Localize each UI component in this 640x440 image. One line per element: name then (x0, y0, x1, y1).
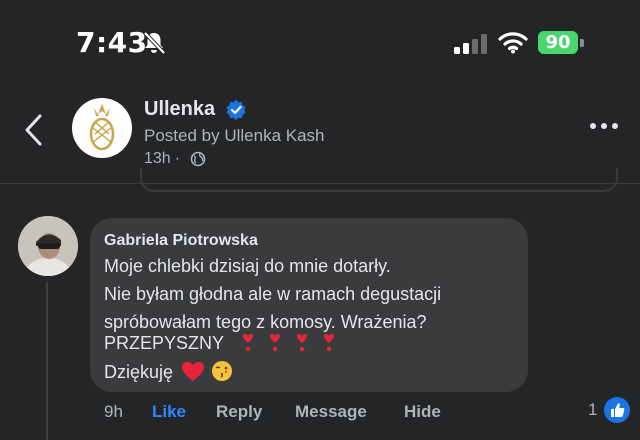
battery-percent: 90 (545, 32, 571, 53)
battery-icon: 90 (538, 31, 584, 54)
verified-badge-icon (226, 100, 246, 120)
thread-line (46, 282, 48, 440)
comment-author[interactable]: Gabriela Piotrowska (104, 232, 258, 250)
back-icon[interactable] (22, 112, 46, 148)
posted-by-text: Posted by Ullenka Kash (144, 126, 325, 145)
comment-text-line: Moje chlebki dzisiaj do mnie dotarły. (104, 256, 391, 276)
thumbs-up-icon (611, 403, 625, 417)
hearts-row (239, 333, 347, 353)
more-options-icon[interactable] (588, 120, 620, 132)
post-meta: 13h · (144, 150, 184, 168)
hide-button[interactable]: Hide (404, 402, 441, 422)
post-preview-edge (140, 168, 618, 192)
page-avatar[interactable] (72, 98, 132, 158)
like-button[interactable]: Like (152, 402, 186, 422)
bell-slash-icon (143, 31, 166, 55)
comment-text-line-emoji: Dziękuję (104, 360, 233, 383)
signal-icon (454, 34, 487, 54)
reply-button[interactable]: Reply (216, 402, 262, 422)
like-reaction-icon[interactable] (604, 397, 630, 423)
page-name[interactable]: Ullenka (144, 98, 215, 121)
comment-text: PRZEPYSZNY (104, 333, 224, 353)
comment-text-line-emoji: PRZEPYSZNY (104, 333, 347, 354)
post-time: 13h (144, 150, 171, 167)
red-heart-icon (182, 362, 205, 381)
commenter-avatar[interactable] (18, 216, 78, 276)
pineapple-logo-icon (89, 104, 115, 151)
wifi-icon (498, 32, 528, 54)
heart-exclamation-icon (269, 334, 280, 352)
heart-exclamation-icon (296, 334, 307, 352)
status-time: 7:43 (76, 26, 148, 59)
battery-cap (580, 39, 584, 47)
status-bar: 7:43 90 (0, 0, 640, 86)
face-blowing-kiss-icon (212, 361, 233, 381)
heart-exclamation-icon (323, 334, 334, 352)
reaction-count[interactable]: 1 (588, 400, 597, 420)
comment-text: Dziękuję (104, 362, 174, 382)
comment-text-line: Nie byłam głodna ale w ramach degustacji (104, 284, 442, 304)
comment-time: 9h (104, 402, 123, 421)
globe-icon (190, 151, 206, 167)
comment-text-line: spróbowałam tego z komosy. Wrażenia? (104, 312, 427, 332)
commenter-photo (18, 216, 78, 276)
meta-separator: · (174, 150, 181, 167)
heart-exclamation-icon (242, 334, 253, 352)
message-button[interactable]: Message (295, 402, 367, 422)
divider (0, 183, 640, 184)
